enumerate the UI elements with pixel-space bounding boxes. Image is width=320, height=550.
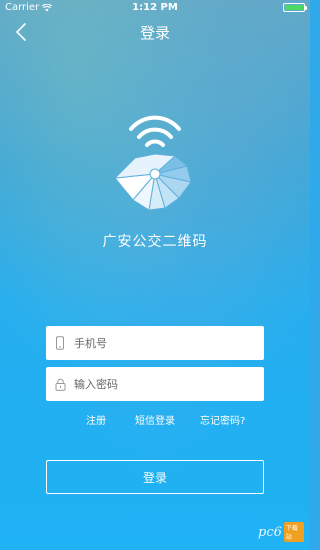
sms-login-link[interactable]: 短信登录 [135, 412, 175, 427]
forgot-password-link[interactable]: 忘记密码? [200, 412, 245, 427]
auth-links: 注册 短信登录 忘记密码? [0, 412, 310, 427]
battery-icon [283, 3, 307, 12]
phone-icon [46, 336, 74, 350]
app-logo [113, 115, 192, 211]
page-title: 登录 [139, 24, 170, 42]
phone-field[interactable] [46, 326, 264, 360]
status-bar: Carrier 1:12 PM [0, 0, 310, 16]
battery-level [285, 5, 303, 10]
watermark: pc6 下载站 [258, 522, 304, 542]
login-button[interactable]: 登录 [46, 460, 264, 494]
password-input[interactable] [74, 377, 264, 391]
password-field[interactable] [46, 367, 264, 401]
app-name: 广安公交二维码 [102, 234, 208, 250]
wifi-signal-icon [129, 115, 181, 147]
lock-icon [46, 378, 74, 391]
nav-bar: 登录 [0, 18, 310, 46]
register-link[interactable]: 注册 [86, 412, 106, 427]
clock: 1:12 PM [132, 2, 178, 13]
scanner-fan-icon [113, 153, 192, 211]
watermark-text: pc6 [258, 524, 282, 540]
watermark-badge: 下载站 [283, 522, 304, 542]
phone-input[interactable] [74, 336, 264, 350]
